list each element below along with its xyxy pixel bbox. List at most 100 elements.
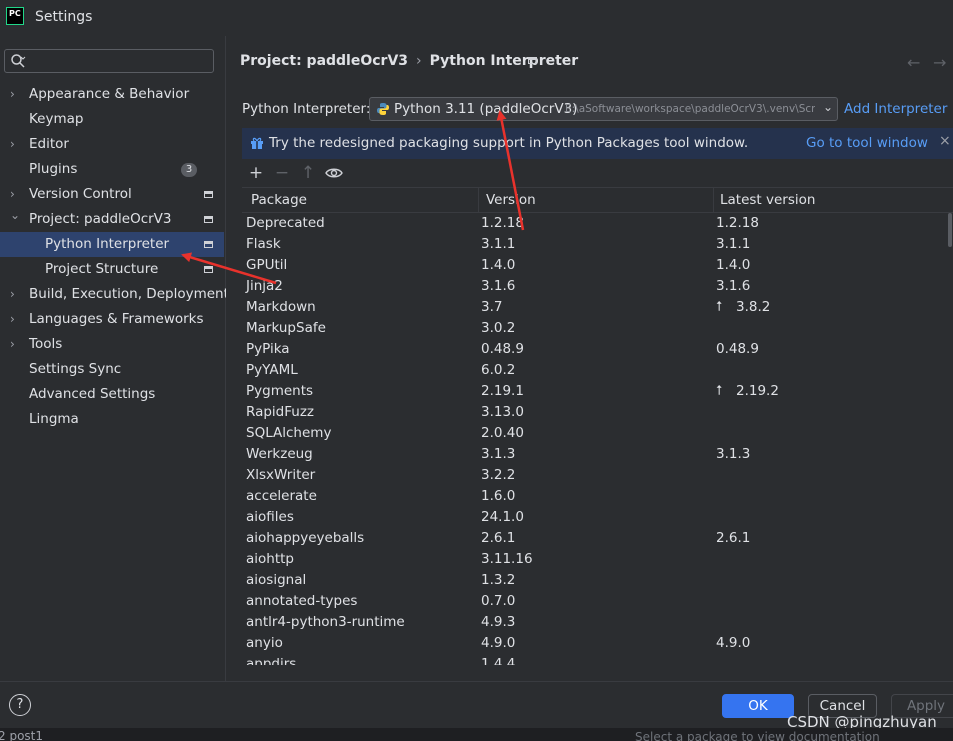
package-name-cell: GPUtil — [246, 257, 288, 273]
chevron-down-icon[interactable]: ⌄ — [10, 203, 22, 228]
package-name-cell: appdirs — [246, 656, 297, 665]
package-latest-cell: 3.1.6 — [716, 278, 751, 294]
sidebar-item-build-execution-deployment[interactable]: › Build, Execution, Deployment — [0, 282, 229, 307]
sidebar-item-lingma[interactable]: Lingma — [0, 407, 224, 432]
breadcrumb-project[interactable]: Project: paddleOcrV3 — [240, 53, 408, 69]
chevron-right-icon[interactable]: › — [10, 282, 22, 307]
table-row[interactable]: aiofiles 24.1.0 — [242, 507, 953, 528]
package-version-cell: 3.1.3 — [481, 446, 516, 462]
package-version-cell: 3.13.0 — [481, 404, 524, 420]
table-row[interactable]: SQLAlchemy 2.0.40 — [242, 423, 953, 444]
table-row[interactable]: PyYAML 6.0.2 — [242, 360, 953, 381]
sidebar-item-label: Version Control — [29, 186, 132, 202]
table-row[interactable]: accelerate 1.6.0 — [242, 486, 953, 507]
chevron-right-icon[interactable]: › — [10, 82, 22, 107]
sidebar-item-appearance-behavior[interactable]: › Appearance & Behavior — [0, 82, 224, 107]
table-row[interactable]: RapidFuzz 3.13.0 — [242, 402, 953, 423]
package-name-cell: PyYAML — [246, 362, 298, 378]
table-row[interactable]: annotated-types 0.7.0 — [242, 591, 953, 612]
go-to-tool-window-link[interactable]: Go to tool window — [806, 135, 928, 151]
add-interpreter-link[interactable]: Add Interpreter ⌄ — [844, 101, 953, 117]
package-version-cell: 0.48.9 — [481, 341, 524, 357]
package-name-cell: Pygments — [246, 383, 314, 399]
status-right-text: Select a package to view documentation — [635, 730, 880, 741]
column-divider[interactable] — [478, 188, 479, 212]
sidebar-item-keymap[interactable]: Keymap — [0, 107, 224, 132]
package-version-cell: 3.0.2 — [481, 320, 516, 336]
upgrade-package-button[interactable]: ↑ — [298, 163, 318, 183]
sidebar-item-version-control[interactable]: › Version Control — [0, 182, 224, 207]
sidebar-item-label: Lingma — [29, 411, 79, 427]
forward-arrow-icon[interactable]: → — [933, 53, 946, 72]
sidebar-item-tools[interactable]: › Tools — [0, 332, 224, 357]
remove-package-button[interactable]: − — [272, 163, 292, 183]
sidebar-item-label: Editor — [29, 136, 69, 152]
table-header: Package Version Latest version — [242, 188, 953, 213]
sidebar-item-label: Languages & Frameworks — [29, 311, 204, 327]
package-name-cell: accelerate — [246, 488, 317, 504]
table-row[interactable]: XlsxWriter 3.2.2 — [242, 465, 953, 486]
interpreter-label: Python Interpreter: — [242, 101, 371, 117]
package-name-cell: aiohappyeyeballs — [246, 530, 365, 546]
table-row[interactable]: PyPika 0.48.9 0.48.9 — [242, 339, 953, 360]
sidebar-item-label: Keymap — [29, 111, 84, 127]
table-row[interactable]: Deprecated 1.2.18 1.2.18 — [242, 213, 953, 234]
column-header-version[interactable]: Version — [486, 192, 536, 208]
pycharm-icon: PC — [6, 7, 24, 25]
sidebar-item-plugins[interactable]: Plugins 3 — [0, 157, 224, 182]
table-row[interactable]: MarkupSafe 3.0.2 — [242, 318, 953, 339]
sidebar-item-project-paddleocrv3[interactable]: ⌄ Project: paddleOcrV3 — [0, 207, 224, 232]
table-row[interactable]: GPUtil 1.4.0 1.4.0 — [242, 255, 953, 276]
package-version-cell: 2.0.40 — [481, 425, 524, 441]
gift-icon — [251, 137, 263, 149]
package-latest-cell: 3.8.2 — [736, 299, 771, 315]
package-version-cell: 3.11.16 — [481, 551, 533, 567]
sidebar-item-label: Advanced Settings — [29, 386, 156, 402]
column-header-package[interactable]: Package — [251, 192, 307, 208]
sidebar-item-project-structure[interactable]: Project Structure — [0, 257, 224, 282]
table-row[interactable]: Jinja2 3.1.6 3.1.6 — [242, 276, 953, 297]
table-row[interactable]: Markdown 3.7 ⭡ 3.8.2 — [242, 297, 953, 318]
sidebar-item-advanced-settings[interactable]: Advanced Settings — [0, 382, 224, 407]
table-row[interactable]: Flask 3.1.1 3.1.1 — [242, 234, 953, 255]
interpreter-select[interactable]: Python 3.11 (paddleOcrV3) E:\aSoftware\w… — [369, 97, 838, 121]
sidebar-item-editor[interactable]: › Editor — [0, 132, 224, 157]
chevron-right-icon[interactable]: › — [10, 332, 22, 357]
package-latest-cell: 2.19.2 — [736, 383, 779, 399]
package-name-cell: aiofiles — [246, 509, 294, 525]
table-row[interactable]: aiohappyeyeballs 2.6.1 2.6.1 — [242, 528, 953, 549]
package-latest-cell: 3.1.1 — [716, 236, 751, 252]
column-divider[interactable] — [713, 188, 714, 212]
table-row[interactable]: anyio 4.9.0 4.9.0 — [242, 633, 953, 654]
table-row[interactable]: Werkzeug 3.1.3 3.1.3 — [242, 444, 953, 465]
sidebar-item-settings-sync[interactable]: Settings Sync — [0, 357, 224, 382]
help-button[interactable]: ? — [9, 694, 31, 716]
back-arrow-icon[interactable]: ← — [907, 53, 920, 72]
table-scrollbar[interactable] — [948, 213, 952, 247]
sidebar-item-label: Build, Execution, Deployment — [29, 286, 229, 302]
add-package-button[interactable]: + — [246, 163, 266, 183]
table-row[interactable]: aiosignal 1.3.2 — [242, 570, 953, 591]
pin-icon — [204, 266, 213, 273]
ok-button[interactable]: OK — [722, 694, 794, 718]
table-row[interactable]: antlr4-python3-runtime 4.9.3 — [242, 612, 953, 633]
package-version-cell: 3.2.2 — [481, 467, 516, 483]
table-row[interactable]: Pygments 2.19.1 ⭡ 2.19.2 — [242, 381, 953, 402]
package-name-cell: annotated-types — [246, 593, 358, 609]
close-icon[interactable]: × — [939, 133, 951, 149]
table-row[interactable]: appdirs 1.4.4 — [242, 654, 953, 665]
sidebar-item-languages-frameworks[interactable]: › Languages & Frameworks — [0, 307, 224, 332]
chevron-right-icon[interactable]: › — [10, 307, 22, 332]
chevron-right-icon[interactable]: › — [10, 132, 22, 157]
package-version-cell: 1.3.2 — [481, 572, 516, 588]
table-row[interactable]: aiohttp 3.11.16 — [242, 549, 953, 570]
settings-search-input[interactable] — [4, 49, 214, 73]
package-latest-cell: 3.1.3 — [716, 446, 751, 462]
sidebar-item-label: Project Structure — [45, 261, 159, 277]
table-body: Deprecated 1.2.18 1.2.18 Flask 3.1.1 3.1.1 GPU… — [242, 213, 953, 665]
column-header-latest-version[interactable]: Latest version — [720, 192, 815, 208]
add-interpreter-label: Add Interpreter — [844, 101, 948, 117]
show-early-releases-button[interactable] — [324, 163, 344, 183]
package-name-cell: Deprecated — [246, 215, 325, 231]
sidebar-item-python-interpreter[interactable]: Python Interpreter — [0, 232, 224, 257]
